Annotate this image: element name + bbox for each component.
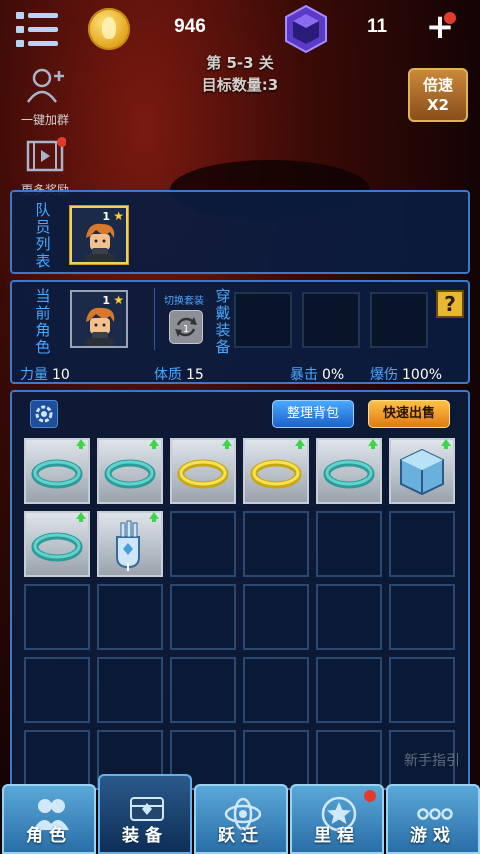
- stage-info: 第 5-3 关 目标数量:3: [140, 52, 340, 96]
- upgrade-arrow-icon: [368, 439, 378, 449]
- settings-button[interactable]: [30, 400, 58, 428]
- swap-icon: 1: [175, 317, 197, 337]
- upgrade-arrow-icon: [76, 512, 86, 522]
- gold-coin-icon: [88, 8, 130, 50]
- switch-outfit-button[interactable]: 1: [169, 310, 203, 344]
- help-button[interactable]: ?: [436, 290, 464, 318]
- more-rewards-button[interactable]: 更多奖励: [12, 136, 78, 198]
- inventory-slot-empty[interactable]: [170, 657, 236, 723]
- tab-label: 角色: [26, 826, 72, 846]
- tab-label: 跃迁: [218, 826, 264, 846]
- upgrade-arrow-icon: [295, 439, 305, 449]
- teal-ring-icon: [31, 532, 83, 562]
- inventory-slot-empty[interactable]: [243, 511, 309, 577]
- add-user-icon: [26, 68, 64, 103]
- inventory-slot-empty[interactable]: [243, 657, 309, 723]
- gem-count: 11: [366, 16, 388, 37]
- gear-icon: [35, 405, 53, 423]
- inventory-item-teal-ring[interactable]: [24, 511, 90, 577]
- inventory-item-ice-gauntlet[interactable]: [97, 511, 163, 577]
- stat-crit-rate: 暴击 0%: [290, 367, 345, 383]
- notification-dot: [444, 12, 456, 24]
- upgrade-arrow-icon: [76, 439, 86, 449]
- inventory-slot-empty[interactable]: [170, 584, 236, 650]
- equip-slot[interactable]: [370, 292, 428, 348]
- speed-multiplier: X2: [426, 96, 449, 114]
- current-character-label: 当前角色: [35, 287, 51, 356]
- film-icon: [26, 137, 67, 172]
- inventory-slot-empty[interactable]: [316, 584, 382, 650]
- team-list-label: 队员列表: [35, 201, 51, 270]
- tab-label: 游戏: [410, 826, 456, 846]
- tab-equipment[interactable]: 装备: [98, 774, 192, 854]
- gold-ring-icon: [177, 459, 229, 489]
- top-bar: 946 11 +: [0, 0, 480, 58]
- tab-label: 装备: [122, 826, 168, 846]
- speed-button[interactable]: 倍速 X2: [408, 68, 468, 122]
- sort-bag-button[interactable]: 整理背包: [272, 400, 354, 428]
- equip-slot[interactable]: [234, 292, 292, 348]
- stat-constitution: 体质 15: [154, 367, 204, 383]
- inventory-slot-empty[interactable]: [24, 584, 90, 650]
- tab-label: 里程: [314, 826, 360, 846]
- tab-milestones[interactable]: 里程: [290, 784, 384, 854]
- upgrade-arrow-icon: [149, 439, 159, 449]
- gold-ring-icon: [250, 459, 302, 489]
- inventory-item-teal-ring[interactable]: [316, 438, 382, 504]
- teal-ring-icon: [31, 459, 83, 489]
- stage-title: 第 5-3 关: [206, 54, 274, 72]
- inventory-slot-empty[interactable]: [389, 584, 455, 650]
- notification-dot: [364, 790, 376, 802]
- inventory-slot-empty[interactable]: [389, 657, 455, 723]
- inventory-slot-empty[interactable]: [97, 584, 163, 650]
- current-character-panel: 当前角色 1 ★ 切换套装 1 穿戴装备 ? 力量 10 体质 15 暴击 0% 爆伤…: [10, 280, 470, 384]
- equipped-gear-label: 穿戴装备: [215, 287, 231, 356]
- inventory-item-gold-ring[interactable]: [243, 438, 309, 504]
- stat-strength: 力量 10: [20, 367, 70, 383]
- equip-slot[interactable]: [302, 292, 360, 348]
- team-list-panel: 队员列表 1 ★: [10, 190, 470, 274]
- ice-gauntlet-icon: [116, 520, 140, 571]
- inventory-item-teal-ring[interactable]: [24, 438, 90, 504]
- switch-outfit-label: 切换套装: [164, 296, 204, 307]
- current-hero-card[interactable]: 1 ★: [70, 290, 128, 348]
- inventory-item-ice-cube[interactable]: [389, 438, 455, 504]
- stat-crit-damage: 爆伤 100%: [370, 367, 443, 383]
- inventory-slot-empty[interactable]: [316, 657, 382, 723]
- hero-portrait-icon: [86, 307, 115, 346]
- coin-count: 946: [174, 16, 206, 37]
- inventory-slot-empty[interactable]: [97, 657, 163, 723]
- purple-gem-icon: [285, 4, 327, 54]
- inventory-slot-empty[interactable]: [170, 511, 236, 577]
- inventory-slot-empty[interactable]: [316, 511, 382, 577]
- inventory-slot-empty[interactable]: [389, 511, 455, 577]
- divider: [154, 288, 155, 350]
- svg-text:1: 1: [183, 324, 189, 335]
- join-group-button[interactable]: 一键加群: [12, 66, 78, 128]
- inventory-panel: 整理背包 快速出售: [10, 390, 470, 790]
- tab-warp[interactable]: 跃迁: [194, 784, 288, 854]
- quick-sell-button[interactable]: 快速出售: [368, 400, 450, 428]
- menu-icon[interactable]: [14, 10, 60, 50]
- tab-characters[interactable]: 角色: [2, 784, 96, 854]
- tutorial-hint[interactable]: 新手指引: [404, 750, 460, 770]
- inventory-slot-empty[interactable]: [243, 584, 309, 650]
- hero-portrait-icon: [86, 223, 115, 262]
- upgrade-arrow-icon: [441, 439, 451, 449]
- upgrade-arrow-icon: [222, 439, 232, 449]
- teal-ring-icon: [323, 459, 375, 489]
- stage-target: 目标数量:3: [201, 76, 279, 94]
- inventory-item-gold-ring[interactable]: [170, 438, 236, 504]
- upgrade-arrow-icon: [149, 512, 159, 522]
- inventory-item-teal-ring[interactable]: [97, 438, 163, 504]
- teal-ring-icon: [104, 459, 156, 489]
- bottom-nav: 角色 装备 跃迁 里程 游戏: [0, 774, 480, 854]
- join-group-label: 一键加群: [20, 113, 69, 127]
- speed-label: 倍速: [422, 76, 453, 94]
- inventory-slot-empty[interactable]: [24, 657, 90, 723]
- ice-cube-icon: [400, 448, 444, 496]
- tab-games[interactable]: 游戏: [386, 784, 480, 854]
- team-hero-card[interactable]: 1 ★: [70, 206, 128, 264]
